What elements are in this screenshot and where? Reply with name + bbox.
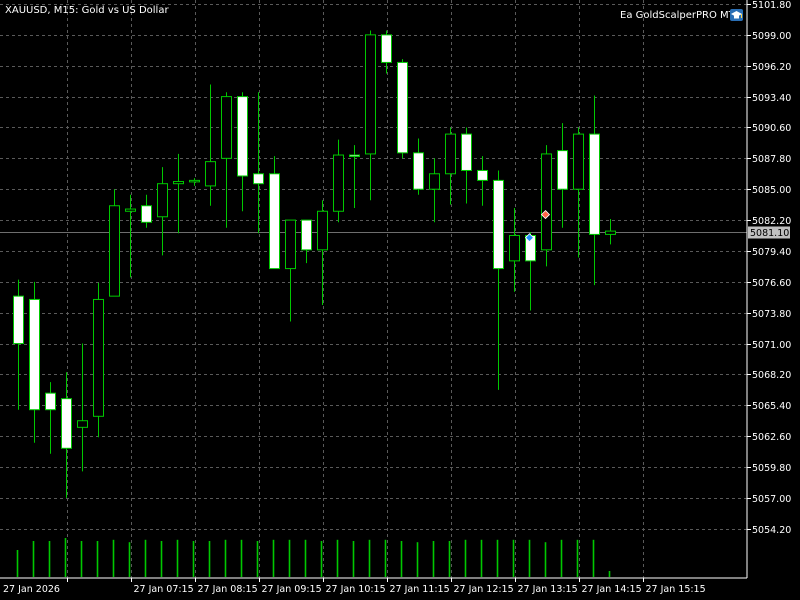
- bear-candle-body[interactable]: [301, 219, 312, 251]
- bull-candle-body[interactable]: [541, 153, 552, 251]
- price-chart[interactable]: 5101.80 5099.00 5096.20 5093.40 5090.60 5087.…: [0, 0, 800, 600]
- price-tick-label: 5062.60: [752, 432, 791, 443]
- price-tick-label: 5071.00: [752, 340, 791, 351]
- bear-candle-body[interactable]: [141, 205, 152, 223]
- bull-candle-body[interactable]: [333, 154, 344, 212]
- time-tick-label: 27 Jan 10:15: [326, 584, 386, 595]
- bear-candle-body[interactable]: [381, 34, 392, 63]
- bear-candle-body[interactable]: [589, 133, 600, 235]
- price-tick-label: 5059.80: [752, 463, 791, 474]
- bull-candle-body[interactable]: [445, 133, 456, 175]
- bear-candle-body[interactable]: [477, 169, 488, 181]
- candle[interactable]: [109, 189, 120, 297]
- bear-candle-body[interactable]: [45, 392, 56, 411]
- price-tick-label: 5099.00: [752, 31, 791, 42]
- current-price-label: 5081.10: [750, 228, 789, 239]
- time-tick-label: 27 Jan 07:15: [134, 584, 194, 595]
- ea-label[interactable]: Ea GoldScalperPRO MT5: [620, 10, 741, 21]
- bull-candle-body[interactable]: [317, 210, 328, 251]
- bear-candle-body[interactable]: [29, 298, 40, 411]
- price-tick-label: 5096.20: [752, 62, 791, 73]
- price-tick-label: 5054.20: [752, 525, 791, 536]
- time-tick-label: 27 Jan 12:15: [454, 584, 514, 595]
- time-tick-label: 27 Jan 14:15: [582, 584, 642, 595]
- price-tick-label: 5079.40: [752, 247, 791, 258]
- bull-candle-body[interactable]: [365, 34, 376, 155]
- bull-candle-body[interactable]: [109, 205, 120, 297]
- bear-candle-body[interactable]: [493, 179, 504, 270]
- bull-candle-body[interactable]: [573, 133, 584, 190]
- time-tick-label: 27 Jan 2026: [3, 584, 60, 595]
- bull-candle-body[interactable]: [173, 180, 184, 185]
- bull-candle-body[interactable]: [605, 230, 616, 235]
- bull-candle-body[interactable]: [125, 208, 136, 212]
- price-tick-label: 5065.40: [752, 401, 791, 412]
- bull-candle-body[interactable]: [205, 161, 216, 187]
- bear-candle-body[interactable]: [237, 96, 248, 177]
- time-tick-label: 27 Jan 09:15: [262, 584, 322, 595]
- price-tick-label: 5101.80: [752, 0, 791, 11]
- bull-candle-body[interactable]: [509, 235, 520, 262]
- graduation-cap-icon[interactable]: [730, 9, 743, 21]
- bear-candle-body[interactable]: [397, 61, 408, 154]
- price-tick-label: 5090.60: [752, 123, 791, 134]
- candle[interactable]: [541, 145, 552, 267]
- bear-candle-body[interactable]: [557, 150, 568, 190]
- price-tick-label: 5068.20: [752, 370, 791, 381]
- time-tick-label: 27 Jan 13:15: [518, 584, 578, 595]
- price-tick-label: 5073.80: [752, 309, 791, 320]
- current-price-tag: 5081.10: [748, 226, 790, 239]
- time-tick-label: 27 Jan 08:15: [198, 584, 258, 595]
- bear-candle-body[interactable]: [349, 154, 360, 158]
- bear-candle-body[interactable]: [13, 295, 24, 345]
- bear-candle-body[interactable]: [269, 173, 280, 270]
- price-tick-label: 5093.40: [752, 93, 791, 104]
- bull-candle-body[interactable]: [189, 179, 200, 183]
- price-tick-label: 5087.80: [752, 154, 791, 165]
- bull-candle-body[interactable]: [429, 173, 440, 190]
- bull-candle-body[interactable]: [285, 219, 296, 270]
- candle[interactable]: [397, 59, 408, 159]
- time-tick-label: 27 Jan 15:15: [646, 584, 706, 595]
- time-tick-label: 27 Jan 11:15: [390, 584, 450, 595]
- price-tick-label: 5082.20: [752, 216, 791, 227]
- bull-candle-body[interactable]: [77, 420, 88, 428]
- bear-candle-body[interactable]: [413, 152, 424, 190]
- price-tick-label: 5076.60: [752, 278, 791, 289]
- candle[interactable]: [93, 282, 104, 438]
- price-tick-label: 5085.00: [752, 185, 791, 196]
- bull-candle-body[interactable]: [93, 298, 104, 417]
- bear-candle-body[interactable]: [461, 133, 472, 171]
- price-tick-label: 5057.00: [752, 494, 791, 505]
- bear-candle-body[interactable]: [61, 398, 72, 449]
- bull-candle-body[interactable]: [157, 183, 168, 218]
- bull-candle-body[interactable]: [221, 96, 232, 159]
- symbol-title: XAUUSD, M15: Gold vs US Dollar: [5, 5, 169, 16]
- bear-candle-body[interactable]: [253, 173, 264, 185]
